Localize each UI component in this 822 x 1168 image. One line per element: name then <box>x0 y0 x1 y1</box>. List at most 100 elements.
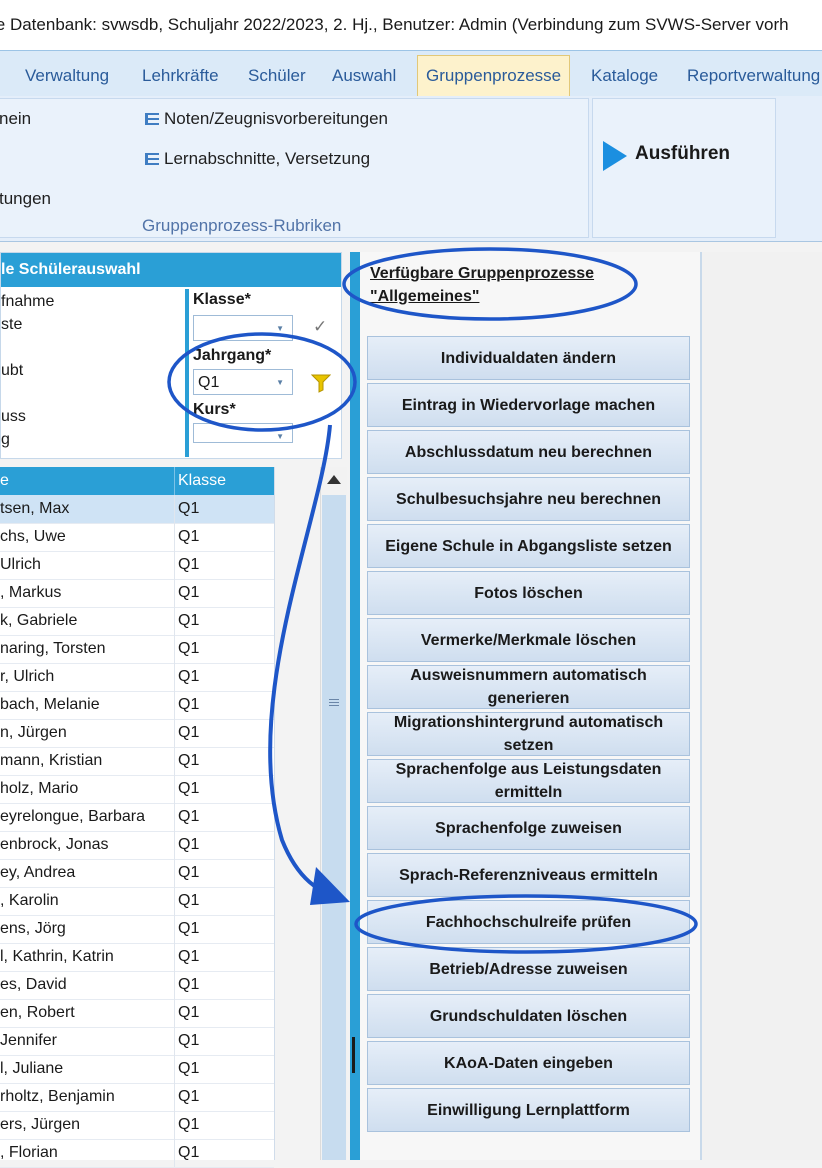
table-row[interactable]: en, Robert Q1 <box>0 999 274 1028</box>
table-row[interactable]: ens, Jörg Q1 <box>0 915 274 944</box>
ribbon-group-caption: Gruppenprozess-Rubriken <box>142 216 342 235</box>
scrollbar-thumb[interactable] <box>322 495 346 1160</box>
table-row[interactable]: chs, Uwe Q1 <box>0 523 274 552</box>
selection-item[interactable]: fnahme <box>1 293 54 311</box>
column-header-klasse[interactable]: Klasse <box>178 467 226 495</box>
selection-item[interactable]: uss <box>1 408 26 426</box>
group-process-button[interactable]: Fachhochschulreife prüfen <box>367 900 690 944</box>
cell-klasse: Q1 <box>178 1060 200 1077</box>
cell-name: ens, Jörg <box>0 920 66 937</box>
column-divider <box>174 1139 175 1167</box>
table-row[interactable]: tsen, Max Q1 <box>0 495 274 524</box>
selection-item[interactable]: ste <box>1 316 22 334</box>
table-row[interactable]: naring, Torsten Q1 <box>0 635 274 664</box>
column-header-name[interactable]: e <box>0 467 9 495</box>
cell-klasse: Q1 <box>178 1116 200 1133</box>
group-process-button[interactable]: Ausweisnummern automatisch generieren <box>367 665 690 709</box>
table-row[interactable]: eyrelongue, Barbara Q1 <box>0 803 274 832</box>
cell-klasse: Q1 <box>178 724 200 741</box>
table-row[interactable]: holz, Mario Q1 <box>0 775 274 804</box>
list-icon <box>145 153 159 165</box>
ribbon-item-allgemeines[interactable]: nein <box>0 109 31 129</box>
table-row[interactable]: l, Juliane Q1 <box>0 1055 274 1084</box>
table-row[interactable]: , Markus Q1 <box>0 579 274 608</box>
column-divider <box>174 859 175 887</box>
klasse-combo[interactable]: ▼ <box>193 315 293 341</box>
table-row[interactable]: , Karolin Q1 <box>0 887 274 916</box>
column-divider <box>174 999 175 1027</box>
check-icon[interactable]: ✓ <box>313 317 327 337</box>
cell-klasse: Q1 <box>178 612 200 629</box>
cell-klasse: Q1 <box>178 1144 200 1161</box>
menu-gruppenprozesse[interactable]: Gruppenprozesse <box>417 55 571 98</box>
column-divider <box>174 775 175 803</box>
group-process-button[interactable]: Schulbesuchsjahre neu berechnen <box>367 477 690 521</box>
menu-reportverwaltung[interactable]: Reportverwaltung <box>687 51 820 97</box>
table-row[interactable]: es, David Q1 <box>0 971 274 1000</box>
group-process-button[interactable]: Vermerke/Merkmale löschen <box>367 618 690 662</box>
table-row[interactable]: mann, Kristian Q1 <box>0 747 274 776</box>
cell-klasse: Q1 <box>178 584 200 601</box>
group-process-button[interactable]: Betrieb/Adresse zuweisen <box>367 947 690 991</box>
menu-auswahl[interactable]: Auswahl <box>332 51 396 97</box>
table-row[interactable]: enbrock, Jonas Q1 <box>0 831 274 860</box>
table-row[interactable]: ey, Andrea Q1 <box>0 859 274 888</box>
group-process-button[interactable]: Eintrag in Wiedervorlage machen <box>367 383 690 427</box>
table-row[interactable]: bach, Melanie Q1 <box>0 691 274 720</box>
filter-icon[interactable] <box>310 373 332 398</box>
menu-schueler[interactable]: Schüler <box>248 51 306 97</box>
cell-name: rholtz, Benjamin <box>0 1088 115 1105</box>
group-process-button[interactable]: Sprachenfolge aus Leistungsdaten ermitte… <box>367 759 690 803</box>
table-scrollbar[interactable] <box>320 467 347 1160</box>
selection-item[interactable]: g <box>1 431 10 449</box>
table-row[interactable]: ers, Jürgen Q1 <box>0 1111 274 1140</box>
run-button[interactable]: Ausführen <box>601 137 766 173</box>
menu-kataloge[interactable]: Kataloge <box>591 51 658 97</box>
ribbon-group-rubriken: nein tungen Noten/Zeugnisvorbereitungen … <box>0 98 589 238</box>
group-process-button[interactable]: Individualdaten ändern <box>367 336 690 380</box>
jahrgang-combo[interactable]: Q1 ▼ <box>193 369 293 395</box>
cell-name: en, Robert <box>0 1004 75 1021</box>
table-row[interactable]: Jennifer Q1 <box>0 1027 274 1056</box>
cell-name: naring, Torsten <box>0 640 106 657</box>
selection-item[interactable]: ubt <box>1 362 23 380</box>
group-process-button[interactable]: Abschlussdatum neu berechnen <box>367 430 690 474</box>
column-divider <box>174 1055 175 1083</box>
cell-name: ey, Andrea <box>0 864 76 881</box>
column-divider <box>174 747 175 775</box>
group-process-heading: Verfügbare Gruppenprozesse "Allgemeines" <box>370 265 595 305</box>
table-row[interactable]: r, Ulrich Q1 <box>0 663 274 692</box>
table-row[interactable]: l, Kathrin, Katrin Q1 <box>0 943 274 972</box>
menu-verwaltung[interactable]: Verwaltung <box>25 51 109 97</box>
panel-splitter[interactable] <box>350 252 360 1160</box>
column-divider <box>174 551 175 579</box>
cell-klasse: Q1 <box>178 948 200 965</box>
empty-panel <box>702 252 822 1160</box>
ribbon-item-leistungen[interactable]: tungen <box>0 189 51 209</box>
ribbon-item-lernabschnitte[interactable]: Lernabschnitte, Versetzung <box>145 149 370 169</box>
table-row[interactable]: rholtz, Benjamin Q1 <box>0 1083 274 1112</box>
table-row[interactable]: , Florian Q1 <box>0 1139 274 1168</box>
run-button-label: Ausführen <box>635 143 730 164</box>
scroll-up-icon[interactable] <box>327 475 341 484</box>
table-row[interactable]: Ulrich Q1 <box>0 551 274 580</box>
ribbon-item-noten[interactable]: Noten/Zeugnisvorbereitungen <box>145 109 388 129</box>
group-process-button[interactable]: Grundschuldaten löschen <box>367 994 690 1038</box>
kurs-combo[interactable]: ▼ <box>193 423 293 443</box>
group-process-button[interactable]: Fotos löschen <box>367 571 690 615</box>
jahrgang-label: Jahrgang* <box>193 347 272 364</box>
table-row[interactable]: k, Gabriele Q1 <box>0 607 274 636</box>
column-divider <box>174 691 175 719</box>
group-process-button[interactable]: Einwilligung Lernplattform <box>367 1088 690 1132</box>
group-process-button[interactable]: KAoA-Daten eingeben <box>367 1041 690 1085</box>
column-divider <box>174 1027 175 1055</box>
group-process-button[interactable]: Sprach-Referenzniveaus ermitteln <box>367 853 690 897</box>
column-divider <box>174 523 175 551</box>
group-process-button[interactable]: Eigene Schule in Abgangsliste setzen <box>367 524 690 568</box>
column-divider <box>174 579 175 607</box>
ribbon: nein tungen Noten/Zeugnisvorbereitungen … <box>0 96 822 242</box>
table-row[interactable]: n, Jürgen Q1 <box>0 719 274 748</box>
menu-lehrkraefte[interactable]: Lehrkräfte <box>142 51 219 97</box>
group-process-button[interactable]: Sprachenfolge zuweisen <box>367 806 690 850</box>
group-process-button[interactable]: Migrationshintergrund automatisch setzen <box>367 712 690 756</box>
